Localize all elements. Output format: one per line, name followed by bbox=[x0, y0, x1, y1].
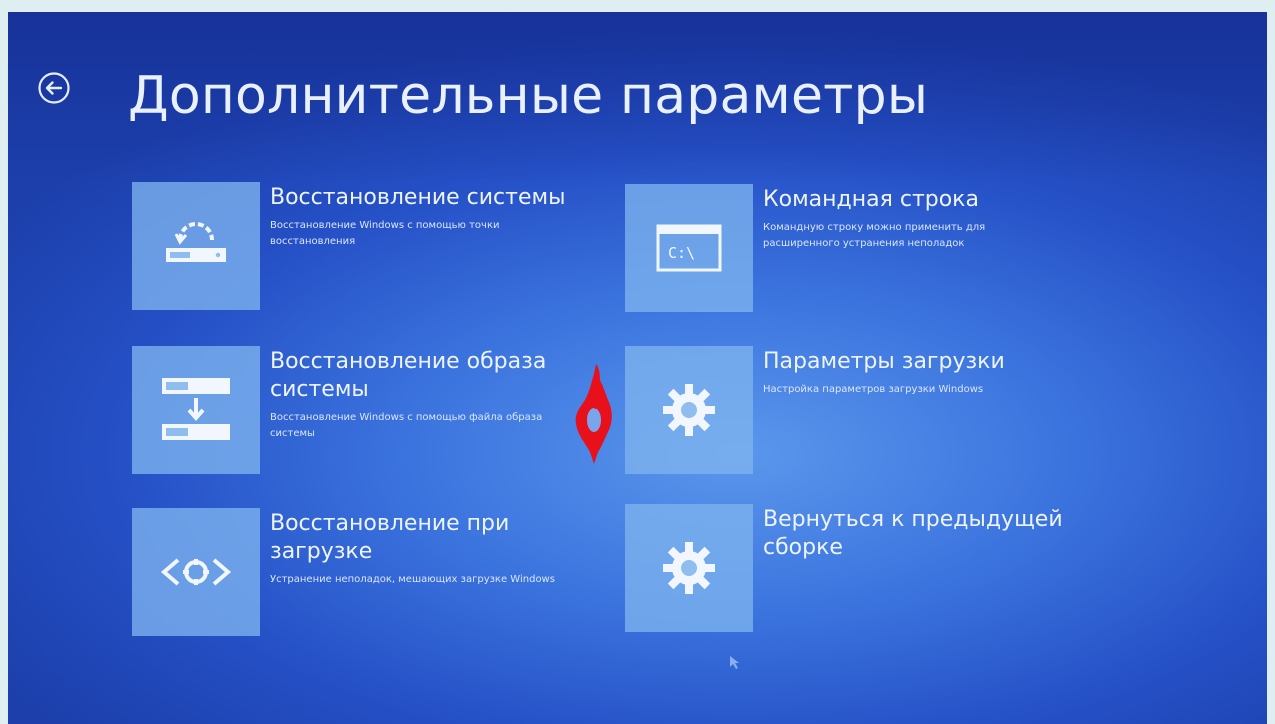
option-system-image-recovery[interactable]: Восстановление образа системы Восстановл… bbox=[132, 346, 582, 478]
option-title: Параметры загрузки Настройка параметров … bbox=[763, 348, 1093, 398]
svg-text:C:\: C:\ bbox=[668, 244, 695, 262]
option-title-text: Параметры загрузки bbox=[763, 349, 1005, 374]
option-title: Командная строка Командную строку можно … bbox=[763, 186, 1093, 252]
option-previous-build[interactable]: Вернуться к предыдущей сборке bbox=[625, 504, 1075, 636]
option-title-text: Восстановление образа системы bbox=[270, 349, 547, 402]
command-prompt-icon: C:\ bbox=[656, 224, 722, 272]
option-title-text: Восстановление системы bbox=[270, 185, 566, 210]
option-tile bbox=[625, 504, 753, 632]
option-tile: C:\ bbox=[625, 184, 753, 312]
option-title: Восстановление при загрузке Устранение н… bbox=[270, 510, 600, 588]
option-description: Восстановление Windows с помощью точки в… bbox=[270, 220, 500, 247]
option-title-text: Командная строка bbox=[763, 187, 979, 212]
back-button[interactable] bbox=[37, 71, 71, 105]
option-command-prompt[interactable]: C:\ Командная строка Командную строку мо… bbox=[625, 184, 1075, 316]
option-startup-repair[interactable]: Восстановление при загрузке Устранение н… bbox=[132, 508, 582, 640]
option-tile bbox=[132, 182, 260, 310]
option-startup-settings[interactable]: Параметры загрузки Настройка параметров … bbox=[625, 346, 1075, 478]
page-title: Дополнительные параметры bbox=[128, 66, 929, 126]
option-title: Восстановление образа системы Восстановл… bbox=[270, 348, 600, 442]
option-tile bbox=[625, 346, 753, 474]
advanced-options-screen: Дополнительные параметры Восстановление … bbox=[8, 12, 1267, 724]
option-description: Устранение неполадок, мешающих загрузке … bbox=[270, 574, 555, 585]
startup-repair-icon bbox=[160, 558, 232, 586]
restore-icon bbox=[166, 222, 226, 262]
option-title: Вернуться к предыдущей сборке bbox=[763, 506, 1093, 568]
option-title-text: Вернуться к предыдущей сборке bbox=[763, 507, 1063, 560]
gear-icon bbox=[663, 542, 715, 594]
option-title-text: Восстановление при загрузке bbox=[270, 511, 510, 564]
system-image-icon bbox=[162, 378, 230, 440]
red-annotation-marker bbox=[575, 364, 612, 464]
back-arrow-icon bbox=[38, 72, 70, 104]
gear-icon bbox=[663, 384, 715, 436]
option-title: Восстановление системы Восстановление Wi… bbox=[270, 184, 600, 250]
option-system-restore[interactable]: Восстановление системы Восстановление Wi… bbox=[132, 182, 582, 314]
mouse-cursor-icon bbox=[730, 656, 739, 669]
option-tile bbox=[132, 508, 260, 636]
option-description: Настройка параметров загрузки Windows bbox=[763, 384, 984, 395]
option-tile bbox=[132, 346, 260, 474]
option-description: Восстановление Windows с помощью файла о… bbox=[270, 412, 543, 439]
option-description: Командную строку можно применить для рас… bbox=[763, 222, 986, 249]
